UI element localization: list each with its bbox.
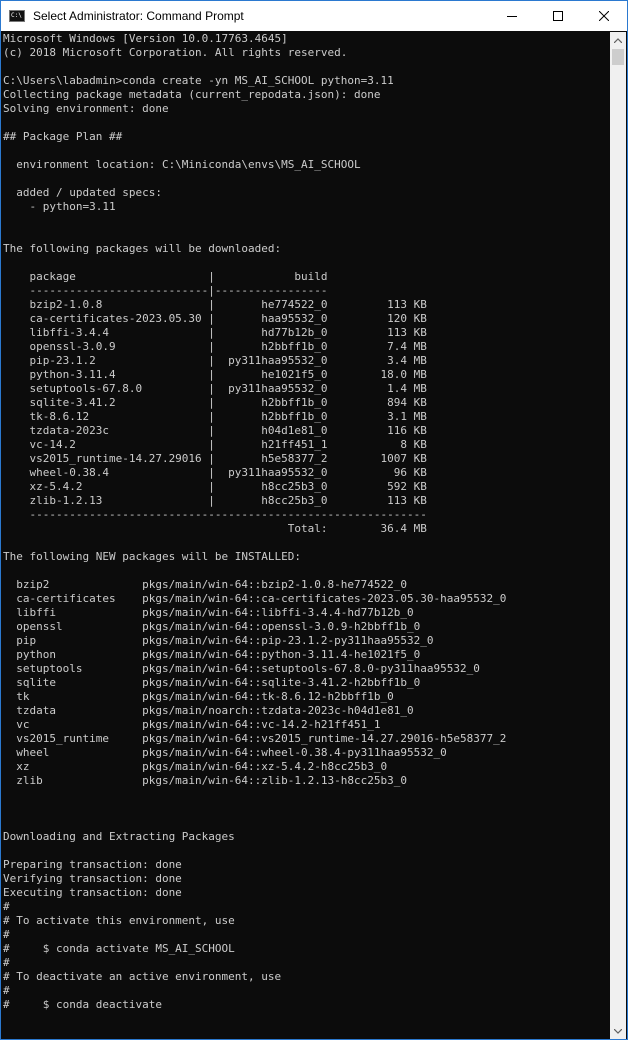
terminal-line: bzip2 pkgs/main/win-64::bzip2-1.0.8-he77… (3, 578, 407, 591)
terminal-line: setuptools-67.8.0 | py311haa95532_0 1.4 … (3, 382, 427, 395)
terminal-line: # (3, 984, 10, 997)
minimize-icon (507, 16, 517, 17)
terminal-line: tzdata-2023c | h04d1e81_0 116 KB (3, 424, 427, 437)
terminal-line: Collecting package metadata (current_rep… (3, 88, 381, 101)
terminal-line: tk pkgs/main/win-64::tk-8.6.12-h2bbff1b_… (3, 690, 394, 703)
terminal-line: pip-23.1.2 | py311haa95532_0 3.4 MB (3, 354, 427, 367)
chevron-down-icon (614, 1028, 622, 1034)
terminal-line: libffi-3.4.4 | hd77b12b_0 113 KB (3, 326, 427, 339)
terminal-line: zlib-1.2.13 | h8cc25b3_0 113 KB (3, 494, 427, 507)
terminal-line: ---------------------------|------------… (3, 284, 328, 297)
terminal-line: openssl-3.0.9 | h2bbff1b_0 7.4 MB (3, 340, 427, 353)
cmd-icon: C:\ (9, 10, 25, 22)
terminal-line: Verifying transaction: done (3, 872, 182, 885)
terminal-line: xz pkgs/main/win-64::xz-5.4.2-h8cc25b3_0 (3, 760, 388, 773)
close-icon (599, 11, 609, 21)
terminal-line: libffi pkgs/main/win-64::libffi-3.4.4-hd… (3, 606, 414, 619)
terminal-line: The following NEW packages will be INSTA… (3, 550, 302, 563)
vertical-scrollbar[interactable] (610, 32, 626, 1039)
terminal-line: # To activate this environment, use (3, 914, 235, 927)
terminal-line: openssl pkgs/main/win-64::openssl-3.0.9-… (3, 620, 421, 633)
terminal-line: Executing transaction: done (3, 886, 182, 899)
window-controls (489, 1, 627, 31)
terminal-line: zlib pkgs/main/win-64::zlib-1.2.13-h8cc2… (3, 774, 407, 787)
scroll-down-button[interactable] (610, 1023, 626, 1039)
terminal-line: # (3, 900, 10, 913)
terminal-line: Preparing transaction: done (3, 858, 182, 871)
terminal-line: setuptools pkgs/main/win-64::setuptools-… (3, 662, 480, 675)
maximize-button[interactable] (535, 1, 581, 31)
terminal-line: sqlite pkgs/main/win-64::sqlite-3.41.2-h… (3, 676, 421, 689)
command-prompt-window: C:\ Select Administrator: Command Prompt… (0, 0, 628, 1040)
terminal-line: - python=3.11 (3, 200, 116, 213)
terminal-line: vs2015_runtime-14.27.29016 | h5e58377_2 … (3, 452, 427, 465)
maximize-icon (553, 11, 563, 21)
terminal-line: ## Package Plan ## (3, 130, 123, 143)
terminal-output[interactable]: Microsoft Windows [Version 10.0.17763.46… (2, 32, 612, 1039)
terminal-line: xz-5.4.2 | h8cc25b3_0 592 KB (3, 480, 427, 493)
terminal-line: # $ conda deactivate (3, 998, 162, 1011)
title-bar[interactable]: C:\ Select Administrator: Command Prompt (1, 1, 627, 31)
window-title: Select Administrator: Command Prompt (33, 9, 244, 23)
terminal-line: # To deactivate an active environment, u… (3, 970, 282, 983)
terminal-line: environment location: C:\Miniconda\envs\… (3, 158, 361, 171)
terminal-line: wheel pkgs/main/win-64::wheel-0.38.4-py3… (3, 746, 447, 759)
terminal-line: Total: 36.4 MB (3, 522, 427, 535)
terminal-line: # $ conda activate MS_AI_SCHOOL (3, 942, 235, 955)
terminal-line: (c) 2018 Microsoft Corporation. All righ… (3, 46, 348, 59)
terminal-line: bzip2-1.0.8 | he774522_0 113 KB (3, 298, 427, 311)
terminal-line: The following packages will be downloade… (3, 242, 282, 255)
chevron-up-icon (614, 37, 622, 43)
terminal-line: python-3.11.4 | he1021f5_0 18.0 MB (3, 368, 427, 381)
terminal-line: C:\Users\labadmin>conda create -yn MS_AI… (3, 74, 394, 87)
terminal-line: vc pkgs/main/win-64::vc-14.2-h21ff451_1 (3, 718, 381, 731)
scroll-up-button[interactable] (610, 32, 626, 48)
terminal-line: ca-certificates pkgs/main/win-64::ca-cer… (3, 592, 507, 605)
terminal-line: tk-8.6.12 | h2bbff1b_0 3.1 MB (3, 410, 427, 423)
terminal-line: python pkgs/main/win-64::python-3.11.4-h… (3, 648, 421, 661)
terminal-line: package | build (3, 270, 328, 283)
scrollbar-thumb[interactable] (612, 49, 624, 65)
terminal-line: ca-certificates-2023.05.30 | haa95532_0 … (3, 312, 427, 325)
close-button[interactable] (581, 1, 627, 31)
terminal-line: vc-14.2 | h21ff451_1 8 KB (3, 438, 427, 451)
terminal-line: pip pkgs/main/win-64::pip-23.1.2-py311ha… (3, 634, 434, 647)
terminal-line: sqlite-3.41.2 | h2bbff1b_0 894 KB (3, 396, 427, 409)
terminal-line: tzdata pkgs/main/noarch::tzdata-2023c-h0… (3, 704, 414, 717)
terminal-line: Downloading and Extracting Packages (3, 830, 235, 843)
minimize-button[interactable] (489, 1, 535, 31)
terminal-line: # (3, 956, 10, 969)
terminal-line: # (3, 928, 10, 941)
terminal-line: ----------------------------------------… (3, 508, 427, 521)
terminal-line: wheel-0.38.4 | py311haa95532_0 96 KB (3, 466, 427, 479)
terminal-line: vs2015_runtime pkgs/main/win-64::vs2015_… (3, 732, 507, 745)
terminal-line: Microsoft Windows [Version 10.0.17763.46… (3, 32, 288, 45)
terminal-line: Solving environment: done (3, 102, 169, 115)
terminal-line: added / updated specs: (3, 186, 162, 199)
